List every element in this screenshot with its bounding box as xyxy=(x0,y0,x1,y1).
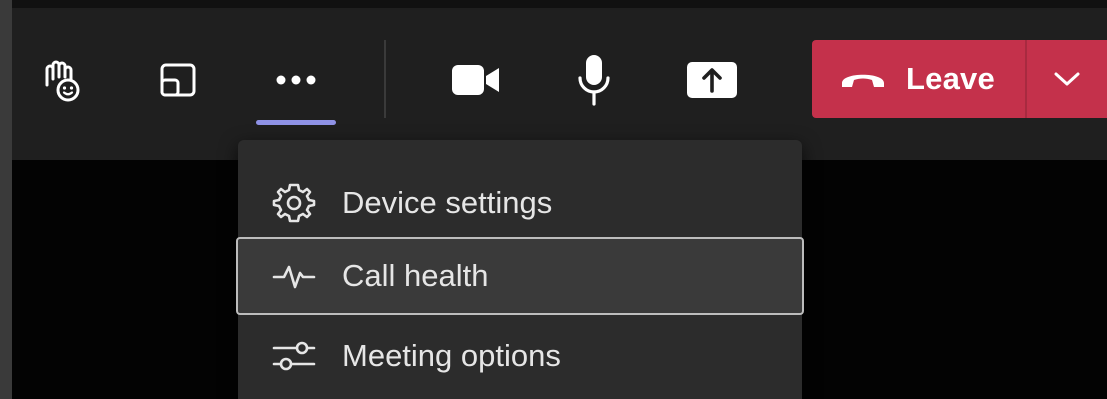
pulse-icon xyxy=(272,261,316,291)
menu-item-label: Meeting options xyxy=(342,338,561,373)
menu-item-label: Device settings xyxy=(342,185,553,220)
sliders-icon xyxy=(272,336,316,376)
microphone-icon xyxy=(578,55,610,106)
leave-label: Leave xyxy=(906,61,995,96)
phone-hangup-icon xyxy=(838,66,888,92)
more-actions-menu: Device settings Call health Meeting opti… xyxy=(236,140,804,399)
share-button[interactable] xyxy=(680,48,744,112)
change-view-icon xyxy=(160,63,196,97)
view-button[interactable] xyxy=(146,48,210,112)
camera-button[interactable] xyxy=(444,48,508,112)
chevron-down-icon xyxy=(1054,72,1080,86)
leave-options-button[interactable] xyxy=(1027,40,1107,118)
microphone-button[interactable] xyxy=(562,48,626,112)
more-dots-icon xyxy=(276,75,316,85)
more-actions-button[interactable] xyxy=(264,48,328,112)
active-tab-indicator xyxy=(256,120,336,125)
toolbar-separator xyxy=(384,40,386,118)
gear-icon xyxy=(272,181,316,225)
window-top-edge xyxy=(0,0,1107,8)
window-left-edge xyxy=(0,0,12,399)
reactions-button[interactable] xyxy=(28,48,92,112)
share-screen-icon xyxy=(687,62,737,98)
menu-item-label: Call health xyxy=(342,258,489,293)
camera-icon xyxy=(452,65,499,95)
leave-button[interactable]: Leave xyxy=(812,40,1025,118)
raise-hand-reactions-icon xyxy=(45,60,80,102)
menu-item-meeting-options[interactable]: Meeting options xyxy=(238,317,802,395)
meeting-window: Leave Device settings Call health Meetin… xyxy=(0,0,1107,399)
menu-item-device-settings[interactable]: Device settings xyxy=(238,164,802,242)
menu-item-call-health[interactable]: Call health xyxy=(236,237,804,315)
